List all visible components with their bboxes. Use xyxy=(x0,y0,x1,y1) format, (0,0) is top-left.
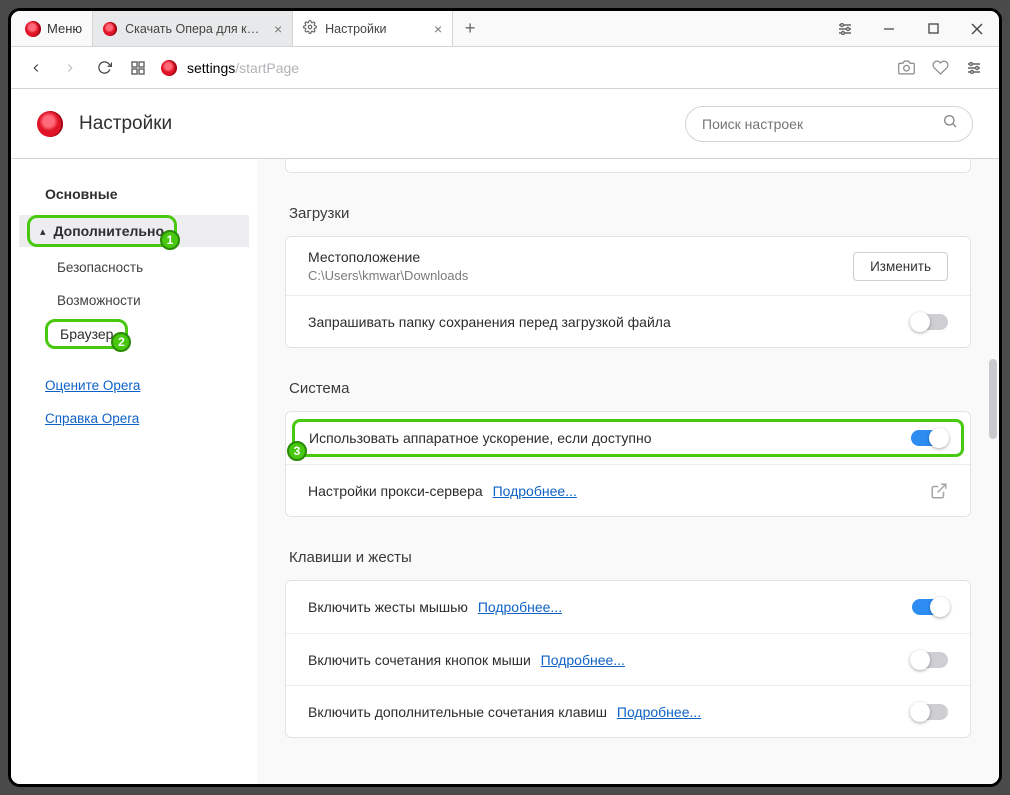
sidebar-item-advanced[interactable]: ▴ Дополнительно 1 xyxy=(27,215,177,247)
row-label: Включить сочетания кнопок мыши xyxy=(308,652,531,668)
menu-label: Меню xyxy=(47,21,82,36)
change-location-button[interactable]: Изменить xyxy=(853,252,948,281)
minimize-button[interactable] xyxy=(867,11,911,46)
previous-section-stub xyxy=(285,159,971,173)
hw-accel-row[interactable]: Использовать аппаратное ускорение, если … xyxy=(286,412,970,464)
row-label: Запрашивать папку сохранения перед загру… xyxy=(308,314,902,330)
page-title: Настройки xyxy=(79,113,172,135)
easy-setup-icon[interactable] xyxy=(963,57,985,79)
extra-shortcuts-toggle[interactable] xyxy=(912,704,948,720)
proxy-settings-row[interactable]: Настройки прокси-сервера Подробнее... xyxy=(286,464,970,516)
sidebar-item-security[interactable]: Безопасность xyxy=(11,251,257,284)
download-location-label: Местоположение xyxy=(308,249,843,265)
row-label: Использовать аппаратное ускорение, если … xyxy=(309,430,911,446)
close-icon[interactable]: × xyxy=(434,21,442,37)
address-bar[interactable]: settings/startPage xyxy=(161,60,883,76)
mouse-gestures-toggle[interactable] xyxy=(912,599,948,615)
settings-search[interactable] xyxy=(685,106,973,142)
sidebar-item-features[interactable]: Возможности xyxy=(11,284,257,317)
row-label: Включить жесты мышью xyxy=(308,599,468,615)
back-button[interactable] xyxy=(25,57,47,79)
settings-content: Загрузки Местоположение C:\Users\kmwar\D… xyxy=(257,159,999,784)
rocker-gestures-toggle[interactable] xyxy=(912,652,948,668)
speed-dial-button[interactable] xyxy=(127,57,149,79)
learn-more-link[interactable]: Подробнее... xyxy=(493,483,577,499)
sidebar-item-basic[interactable]: Основные xyxy=(11,177,257,211)
close-icon[interactable]: × xyxy=(274,21,282,37)
tab-download-opera[interactable]: Скачать Опера для компьютера × xyxy=(93,11,293,46)
snapshot-icon[interactable] xyxy=(895,57,917,79)
downloads-card: Местоположение C:\Users\kmwar\Downloads … xyxy=(285,236,971,348)
window-titlebar: Меню Скачать Опера для компьютера × Наст… xyxy=(11,11,999,47)
ask-before-download-toggle[interactable] xyxy=(912,314,948,330)
hw-accel-toggle[interactable] xyxy=(911,430,947,446)
tab-title: Настройки xyxy=(325,22,426,36)
close-button[interactable] xyxy=(955,11,999,46)
section-title-downloads: Загрузки xyxy=(289,205,967,222)
opera-icon xyxy=(161,60,177,76)
forward-button[interactable] xyxy=(59,57,81,79)
sidebar-item-browser[interactable]: Браузер 2 xyxy=(45,319,128,349)
learn-more-link[interactable]: Подробнее... xyxy=(541,652,625,668)
heart-icon[interactable] xyxy=(929,57,951,79)
tab-settings[interactable]: Настройки × xyxy=(293,11,453,46)
gear-icon xyxy=(303,20,317,37)
chevron-up-icon: ▴ xyxy=(40,225,46,238)
gestures-card: Включить жесты мышью Подробнее... Включи… xyxy=(285,580,971,738)
callout-badge: 1 xyxy=(160,230,180,250)
settings-header: Настройки xyxy=(11,89,999,159)
sidebar: Основные ▴ Дополнительно 1 Безопасность … xyxy=(11,159,257,784)
learn-more-link[interactable]: Подробнее... xyxy=(478,599,562,615)
sidebar-item-label: Браузер xyxy=(60,326,113,342)
download-location-value: C:\Users\kmwar\Downloads xyxy=(308,268,843,283)
extra-shortcuts-row[interactable]: Включить дополнительные сочетания клавиш… xyxy=(286,685,970,737)
toolbar: settings/startPage xyxy=(11,47,999,89)
sidebar-link-rate[interactable]: Оцените Opera xyxy=(11,369,257,402)
learn-more-link[interactable]: Подробнее... xyxy=(617,704,701,720)
external-link-icon xyxy=(930,482,948,500)
opera-menu-button[interactable]: Меню xyxy=(11,11,93,46)
callout-badge: 2 xyxy=(111,332,131,352)
mouse-gestures-row[interactable]: Включить жесты мышью Подробнее... xyxy=(286,581,970,633)
easy-setup-icon[interactable] xyxy=(823,11,867,46)
section-title-system: Система xyxy=(289,380,967,397)
reload-button[interactable] xyxy=(93,57,115,79)
scrollbar-thumb[interactable] xyxy=(989,359,997,439)
opera-icon xyxy=(37,111,63,137)
search-icon xyxy=(942,113,958,134)
sidebar-link-help[interactable]: Справка Opera xyxy=(11,402,257,435)
rocker-gestures-row[interactable]: Включить сочетания кнопок мыши Подробнее… xyxy=(286,633,970,685)
row-label: Настройки прокси-сервера xyxy=(308,483,483,499)
url-host: settings xyxy=(187,60,235,76)
opera-icon xyxy=(103,22,117,36)
search-input[interactable] xyxy=(700,115,934,133)
system-card: Использовать аппаратное ускорение, если … xyxy=(285,411,971,517)
window-controls xyxy=(823,11,999,46)
ask-before-download-row[interactable]: Запрашивать папку сохранения перед загру… xyxy=(286,295,970,347)
new-tab-button[interactable]: + xyxy=(453,11,487,46)
tab-title: Скачать Опера для компьютера xyxy=(125,22,266,36)
row-label: Включить дополнительные сочетания клавиш xyxy=(308,704,607,720)
maximize-button[interactable] xyxy=(911,11,955,46)
section-title-gestures: Клавиши и жесты xyxy=(289,549,967,566)
callout-badge: 3 xyxy=(287,441,307,461)
url-path: /startPage xyxy=(235,60,299,76)
opera-icon xyxy=(25,21,41,37)
download-location-row: Местоположение C:\Users\kmwar\Downloads … xyxy=(286,237,970,295)
sidebar-item-label: Дополнительно xyxy=(54,223,164,239)
